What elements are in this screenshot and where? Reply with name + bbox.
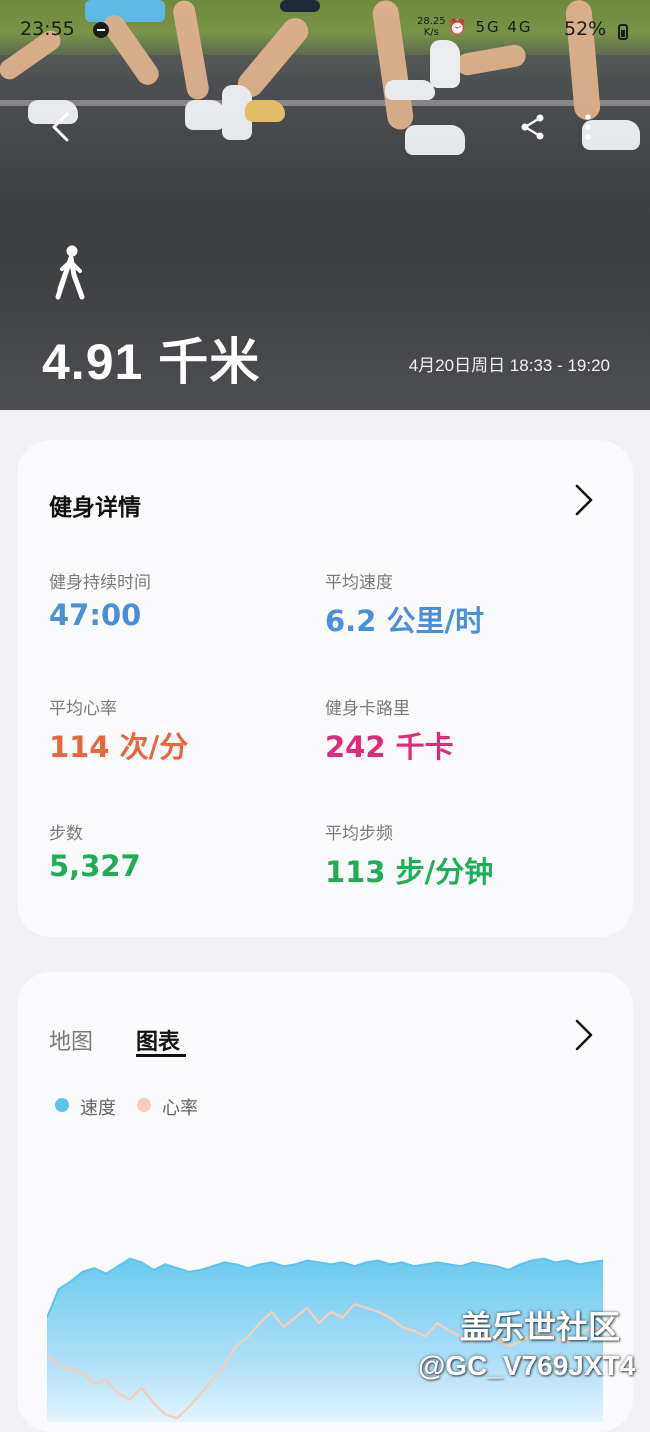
- fitness-details-title: 健身详情: [49, 495, 141, 521]
- metric-value-steps: 5,327: [49, 849, 141, 883]
- metric-label-calories: 健身卡路里: [325, 699, 410, 719]
- legend-dot-heart-rate: [137, 1098, 151, 1112]
- metric-value-duration: 47:00: [49, 598, 142, 632]
- tab-chart[interactable]: 图表: [136, 1024, 180, 1056]
- metric-label-avg-speed: 平均速度: [325, 573, 393, 593]
- walking-icon: [55, 245, 85, 300]
- legend-dot-speed: [55, 1098, 69, 1112]
- status-bar: 23:55 28.25 K/s ⏰ 5G 4G 52%: [0, 12, 650, 48]
- chevron-right-icon[interactable]: [573, 483, 595, 517]
- watermark-user-id: @GC_V769JXT4: [418, 1350, 636, 1381]
- network-speed-unit: K/s: [423, 27, 439, 38]
- hero-banner: 23:55 28.25 K/s ⏰ 5G 4G 52% 4.91 千米 4月20…: [0, 0, 650, 410]
- date-range: 4月20日周日 18:33 - 19:20: [408, 356, 610, 375]
- metric-label-avg-heart-rate: 平均心率: [49, 699, 117, 719]
- network-speed-value: 28.25: [417, 16, 446, 27]
- tab-map[interactable]: 地图: [49, 1024, 93, 1056]
- battery-icon: [618, 24, 628, 40]
- distance-value: 4.91 千米: [42, 334, 261, 390]
- status-time: 23:55: [20, 18, 75, 40]
- legend-label-speed: 速度: [80, 1098, 116, 1119]
- metric-value-avg-heart-rate: 114 次/分: [49, 730, 189, 764]
- metric-value-avg-speed: 6.2 公里/时: [325, 604, 485, 638]
- metric-label-steps: 步数: [49, 824, 83, 844]
- active-tab-indicator: [136, 1054, 186, 1057]
- watermark-community: 盖乐世社区: [460, 1308, 621, 1346]
- metric-value-calories: 242 千卡: [325, 730, 454, 764]
- back-arrow-icon[interactable]: [45, 110, 79, 144]
- more-options-icon[interactable]: [578, 112, 598, 142]
- do-not-disturb-icon: [93, 22, 109, 38]
- network-speed: 28.25 K/s: [417, 16, 446, 38]
- metric-label-avg-cadence: 平均步频: [325, 824, 393, 844]
- fitness-details-card: 健身详情 健身持续时间 47:00 平均速度 6.2 公里/时 平均心率 114…: [17, 440, 633, 937]
- share-icon[interactable]: [518, 112, 548, 142]
- metric-label-duration: 健身持续时间: [49, 573, 151, 593]
- legend-label-heart-rate: 心率: [162, 1098, 198, 1119]
- battery-percent: 52%: [564, 18, 607, 40]
- signal-icons: ⏰ 5G 4G: [448, 18, 533, 36]
- chevron-right-icon[interactable]: [573, 1018, 595, 1052]
- metric-value-avg-cadence: 113 步/分钟: [325, 855, 494, 889]
